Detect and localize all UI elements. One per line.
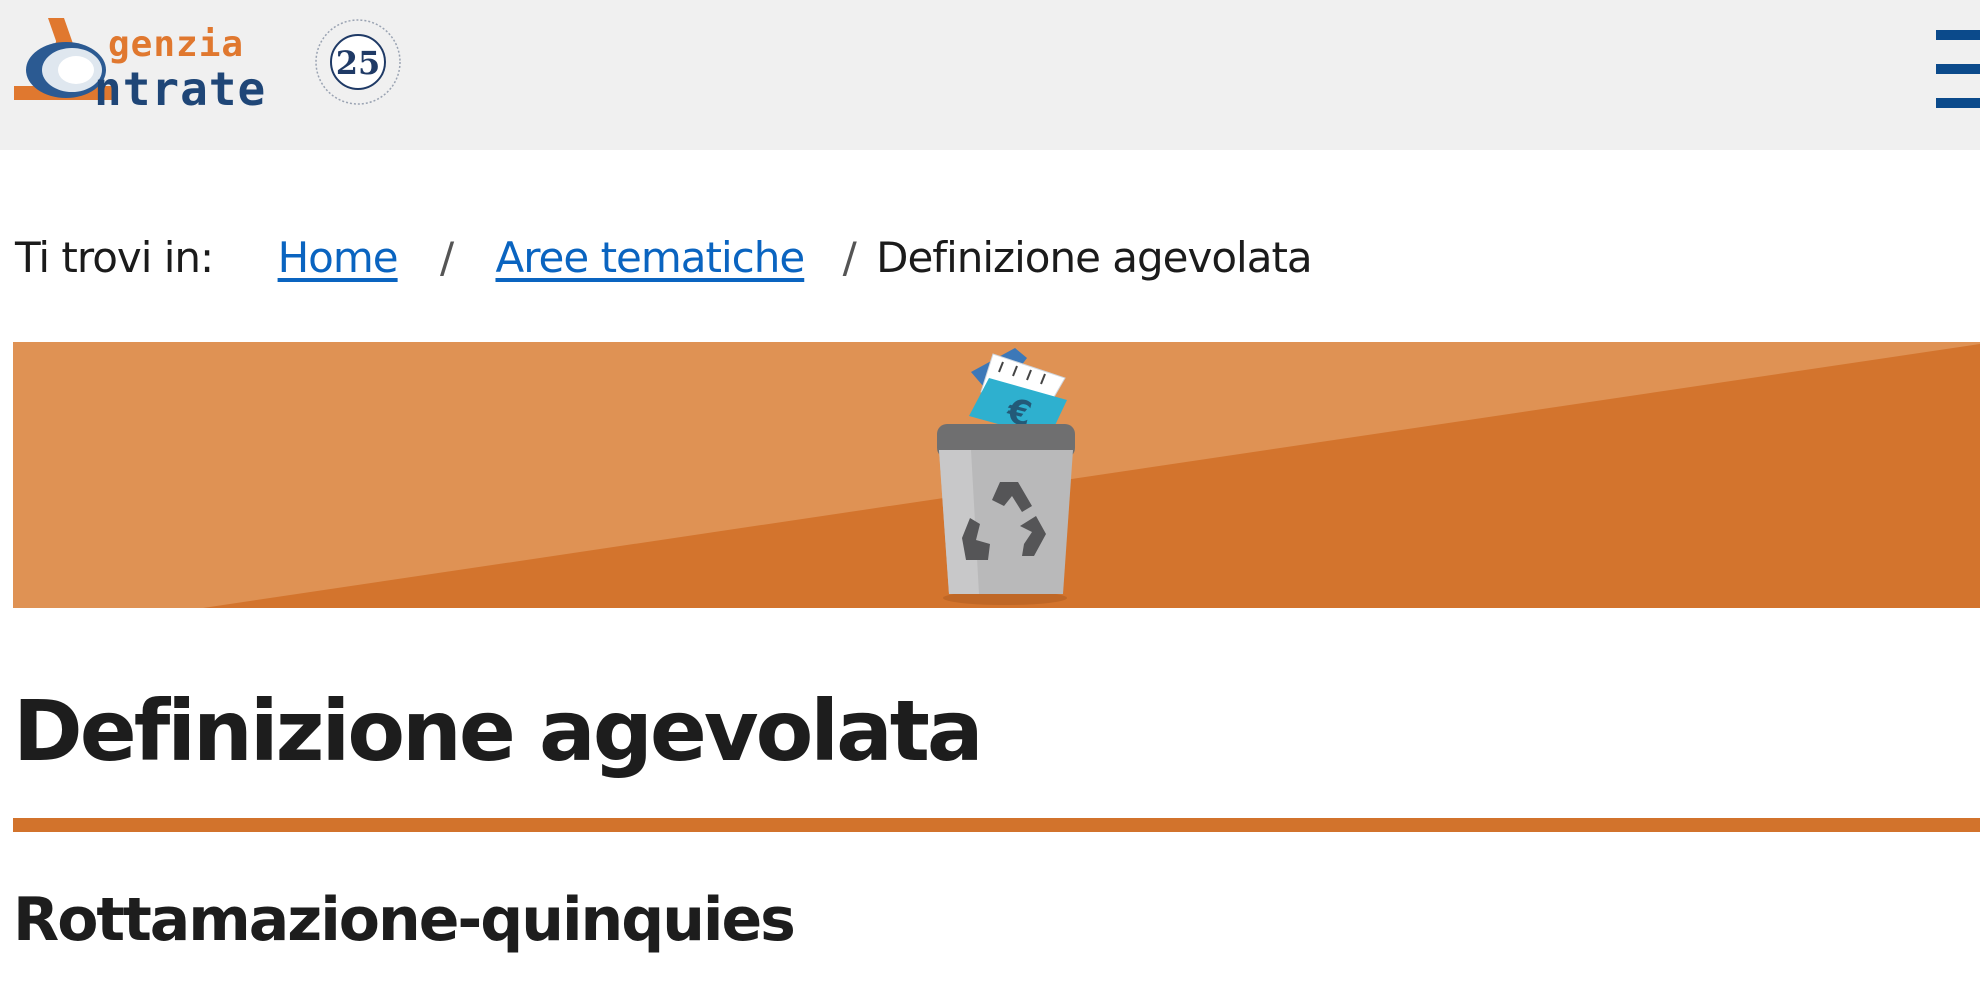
- breadcrumb: Ti trovi in: Home / Aree tematiche / Def…: [15, 228, 1313, 288]
- breadcrumb-separator: /: [842, 233, 857, 282]
- banner-illustration: €: [13, 342, 1980, 608]
- logo-text-line1: genzia: [108, 24, 245, 65]
- breadcrumb-link-home[interactable]: Home: [278, 233, 399, 282]
- breadcrumb-label: Ti trovi in:: [15, 233, 214, 282]
- page-title: Definizione agevolata: [13, 682, 984, 780]
- breadcrumb-separator: /: [439, 233, 454, 282]
- hero-banner: €: [13, 342, 1980, 608]
- logo-text-line2: ntrate: [94, 62, 267, 116]
- section-heading: Rottamazione-quinquies: [13, 885, 796, 955]
- title-divider: [13, 818, 1980, 832]
- hamburger-menu-icon[interactable]: [1936, 30, 1980, 108]
- breadcrumb-current-page: Definizione agevolata: [876, 233, 1313, 282]
- anniversary-number: 25: [336, 44, 381, 82]
- breadcrumb-link-aree-tematiche[interactable]: Aree tematiche: [495, 233, 805, 282]
- anniversary-25-badge: 25: [315, 19, 401, 105]
- site-header: genzia ntrate 25: [0, 0, 1980, 150]
- agenzia-entrate-logo[interactable]: genzia ntrate: [14, 16, 304, 116]
